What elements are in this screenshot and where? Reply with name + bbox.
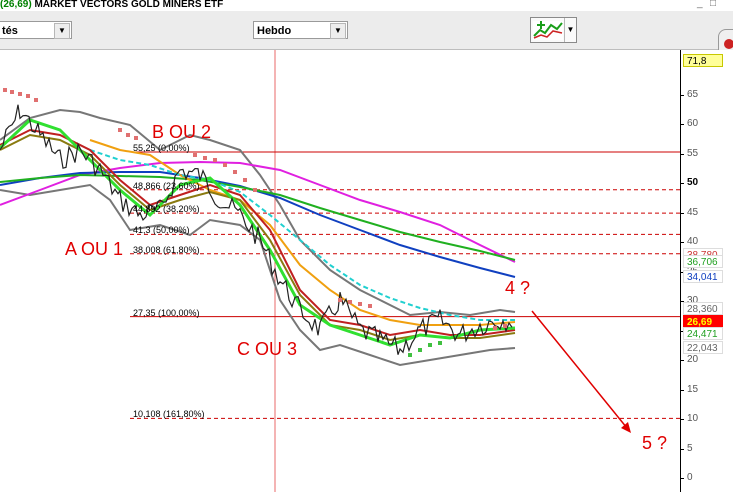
sar-dot-4 bbox=[34, 98, 38, 102]
axis-tick-mark bbox=[680, 360, 684, 361]
axis-tick-label: 0 bbox=[687, 472, 693, 483]
sar-dot-15 bbox=[338, 298, 342, 302]
indicator-chart-icon bbox=[533, 21, 563, 40]
axis-tick-mark bbox=[680, 153, 684, 155]
sar-dot-5 bbox=[118, 128, 122, 132]
price-tag-band-low: 22,043 bbox=[683, 341, 723, 354]
fib-level-label: 44,892 (38,20%) bbox=[133, 204, 200, 215]
axis-tick-mark bbox=[680, 242, 684, 243]
sar-dot-12 bbox=[233, 170, 237, 174]
sar-dot-22 bbox=[438, 341, 442, 345]
sar-dot-14 bbox=[253, 188, 257, 192]
fib-level-label: 38,008 (61,80%) bbox=[133, 244, 200, 255]
chart-title: MARKET VECTORS GOLD MINERS ETF bbox=[34, 0, 224, 10]
annotation-wave-b: B OU 2 bbox=[152, 122, 212, 142]
axis-tick-label: 20 bbox=[687, 354, 699, 365]
annotation-wave-c: C OU 3 bbox=[237, 339, 298, 359]
sar-dot-19 bbox=[408, 353, 412, 357]
price-tag-ma4: 24,471 bbox=[683, 327, 723, 340]
fib-level-label: 10,108 (161,80%) bbox=[133, 409, 205, 420]
chevron-down-icon[interactable]: ▼ bbox=[54, 23, 70, 39]
fib-level-label: 55,25 (0,00%) bbox=[133, 143, 190, 154]
axis-tick-label: 10 bbox=[687, 413, 699, 424]
fib-level-label: 27,35 (100,00%) bbox=[133, 307, 200, 318]
sar-dot-1 bbox=[10, 90, 14, 94]
toolbar: tés ▼ Hebdo ▼ ▼ bbox=[0, 11, 733, 59]
axis-tick-mark bbox=[680, 478, 684, 479]
fib-level-label: 41,3 (50,00%) bbox=[133, 225, 190, 236]
sar-dot-3 bbox=[26, 94, 30, 98]
axis-tick-label: 45 bbox=[687, 206, 699, 218]
sar-dot-6 bbox=[126, 133, 130, 137]
price-tag-max: 71,8 bbox=[683, 54, 723, 67]
axis-tick-label: 5 bbox=[687, 442, 693, 454]
price-axis: 6560555045403530252015105071,838,78036,7… bbox=[680, 50, 733, 492]
indicator-select-value: tés bbox=[2, 25, 18, 37]
axis-tick-mark bbox=[680, 419, 684, 420]
axis-tick-mark bbox=[680, 448, 684, 450]
price-tag-band-up: 28,360 bbox=[683, 302, 723, 315]
axis-tick-label: 60 bbox=[687, 118, 699, 129]
restore-icon[interactable]: □ bbox=[710, 0, 716, 9]
minimize-icon[interactable]: _ bbox=[697, 0, 703, 9]
axis-tick-mark bbox=[680, 183, 684, 184]
sar-dot-2 bbox=[18, 92, 22, 96]
sar-dot-21 bbox=[428, 343, 432, 347]
axis-tick-mark bbox=[680, 94, 684, 96]
axis-tick-mark bbox=[680, 389, 684, 391]
wave-arrowhead bbox=[621, 422, 631, 433]
upper-band-line bbox=[0, 108, 516, 317]
axis-tick-mark bbox=[680, 124, 684, 125]
chevron-down-icon[interactable]: ▼ bbox=[564, 18, 576, 42]
sar-dot-20 bbox=[418, 348, 422, 352]
fib-level-label: 48,866 (23,60%) bbox=[133, 180, 200, 191]
period-select-value: Hebdo bbox=[257, 25, 292, 37]
sar-dot-8 bbox=[193, 153, 197, 157]
axis-tick-mark bbox=[680, 212, 684, 214]
price-tag-ma1: 36,706 bbox=[683, 255, 723, 268]
annotation-wave-4: 4 ? bbox=[505, 278, 531, 298]
sar-dot-11 bbox=[223, 163, 227, 167]
sar-dot-24 bbox=[503, 324, 507, 328]
price-chart[interactable]: 55,25 (0,00%) 48,866 (23,60%) 44,892 (38,2… bbox=[0, 50, 680, 492]
sar-dot-9 bbox=[203, 156, 207, 160]
indicator-select[interactable]: tés ▼ bbox=[0, 21, 72, 39]
add-indicator-button[interactable]: ▼ bbox=[530, 17, 577, 43]
sar-dot-16 bbox=[348, 300, 352, 304]
sar-dot-7 bbox=[134, 136, 138, 140]
annotation-wave-a: A OU 1 bbox=[65, 239, 124, 259]
chart-canvas bbox=[0, 50, 680, 492]
sar-dot-23 bbox=[493, 326, 497, 330]
axis-tick-label: 65 bbox=[687, 88, 699, 100]
period-select[interactable]: Hebdo ▼ bbox=[253, 21, 348, 39]
annotation-wave-5: 5 ? bbox=[642, 433, 668, 453]
axis-tick-label: 50 bbox=[687, 177, 699, 188]
sar-dot-13 bbox=[243, 178, 247, 182]
axis-tick-label: 55 bbox=[687, 147, 699, 159]
sar-dot-10 bbox=[213, 158, 217, 162]
sar-dot-17 bbox=[358, 302, 362, 306]
axis-tick-label: 40 bbox=[687, 236, 699, 247]
last-price-text: (26,69) bbox=[0, 0, 32, 10]
axis-tick-label: 15 bbox=[687, 383, 699, 395]
title-bar: (26,69) MARKET VECTORS GOLD MINERS ETF _… bbox=[0, 0, 733, 11]
sar-dot-0 bbox=[3, 88, 7, 92]
price-tag-ma2: 34,041 bbox=[683, 270, 723, 283]
wave-arrow-line bbox=[531, 310, 628, 429]
sar-dot-18 bbox=[368, 304, 372, 308]
chevron-down-icon[interactable]: ▼ bbox=[330, 23, 346, 39]
